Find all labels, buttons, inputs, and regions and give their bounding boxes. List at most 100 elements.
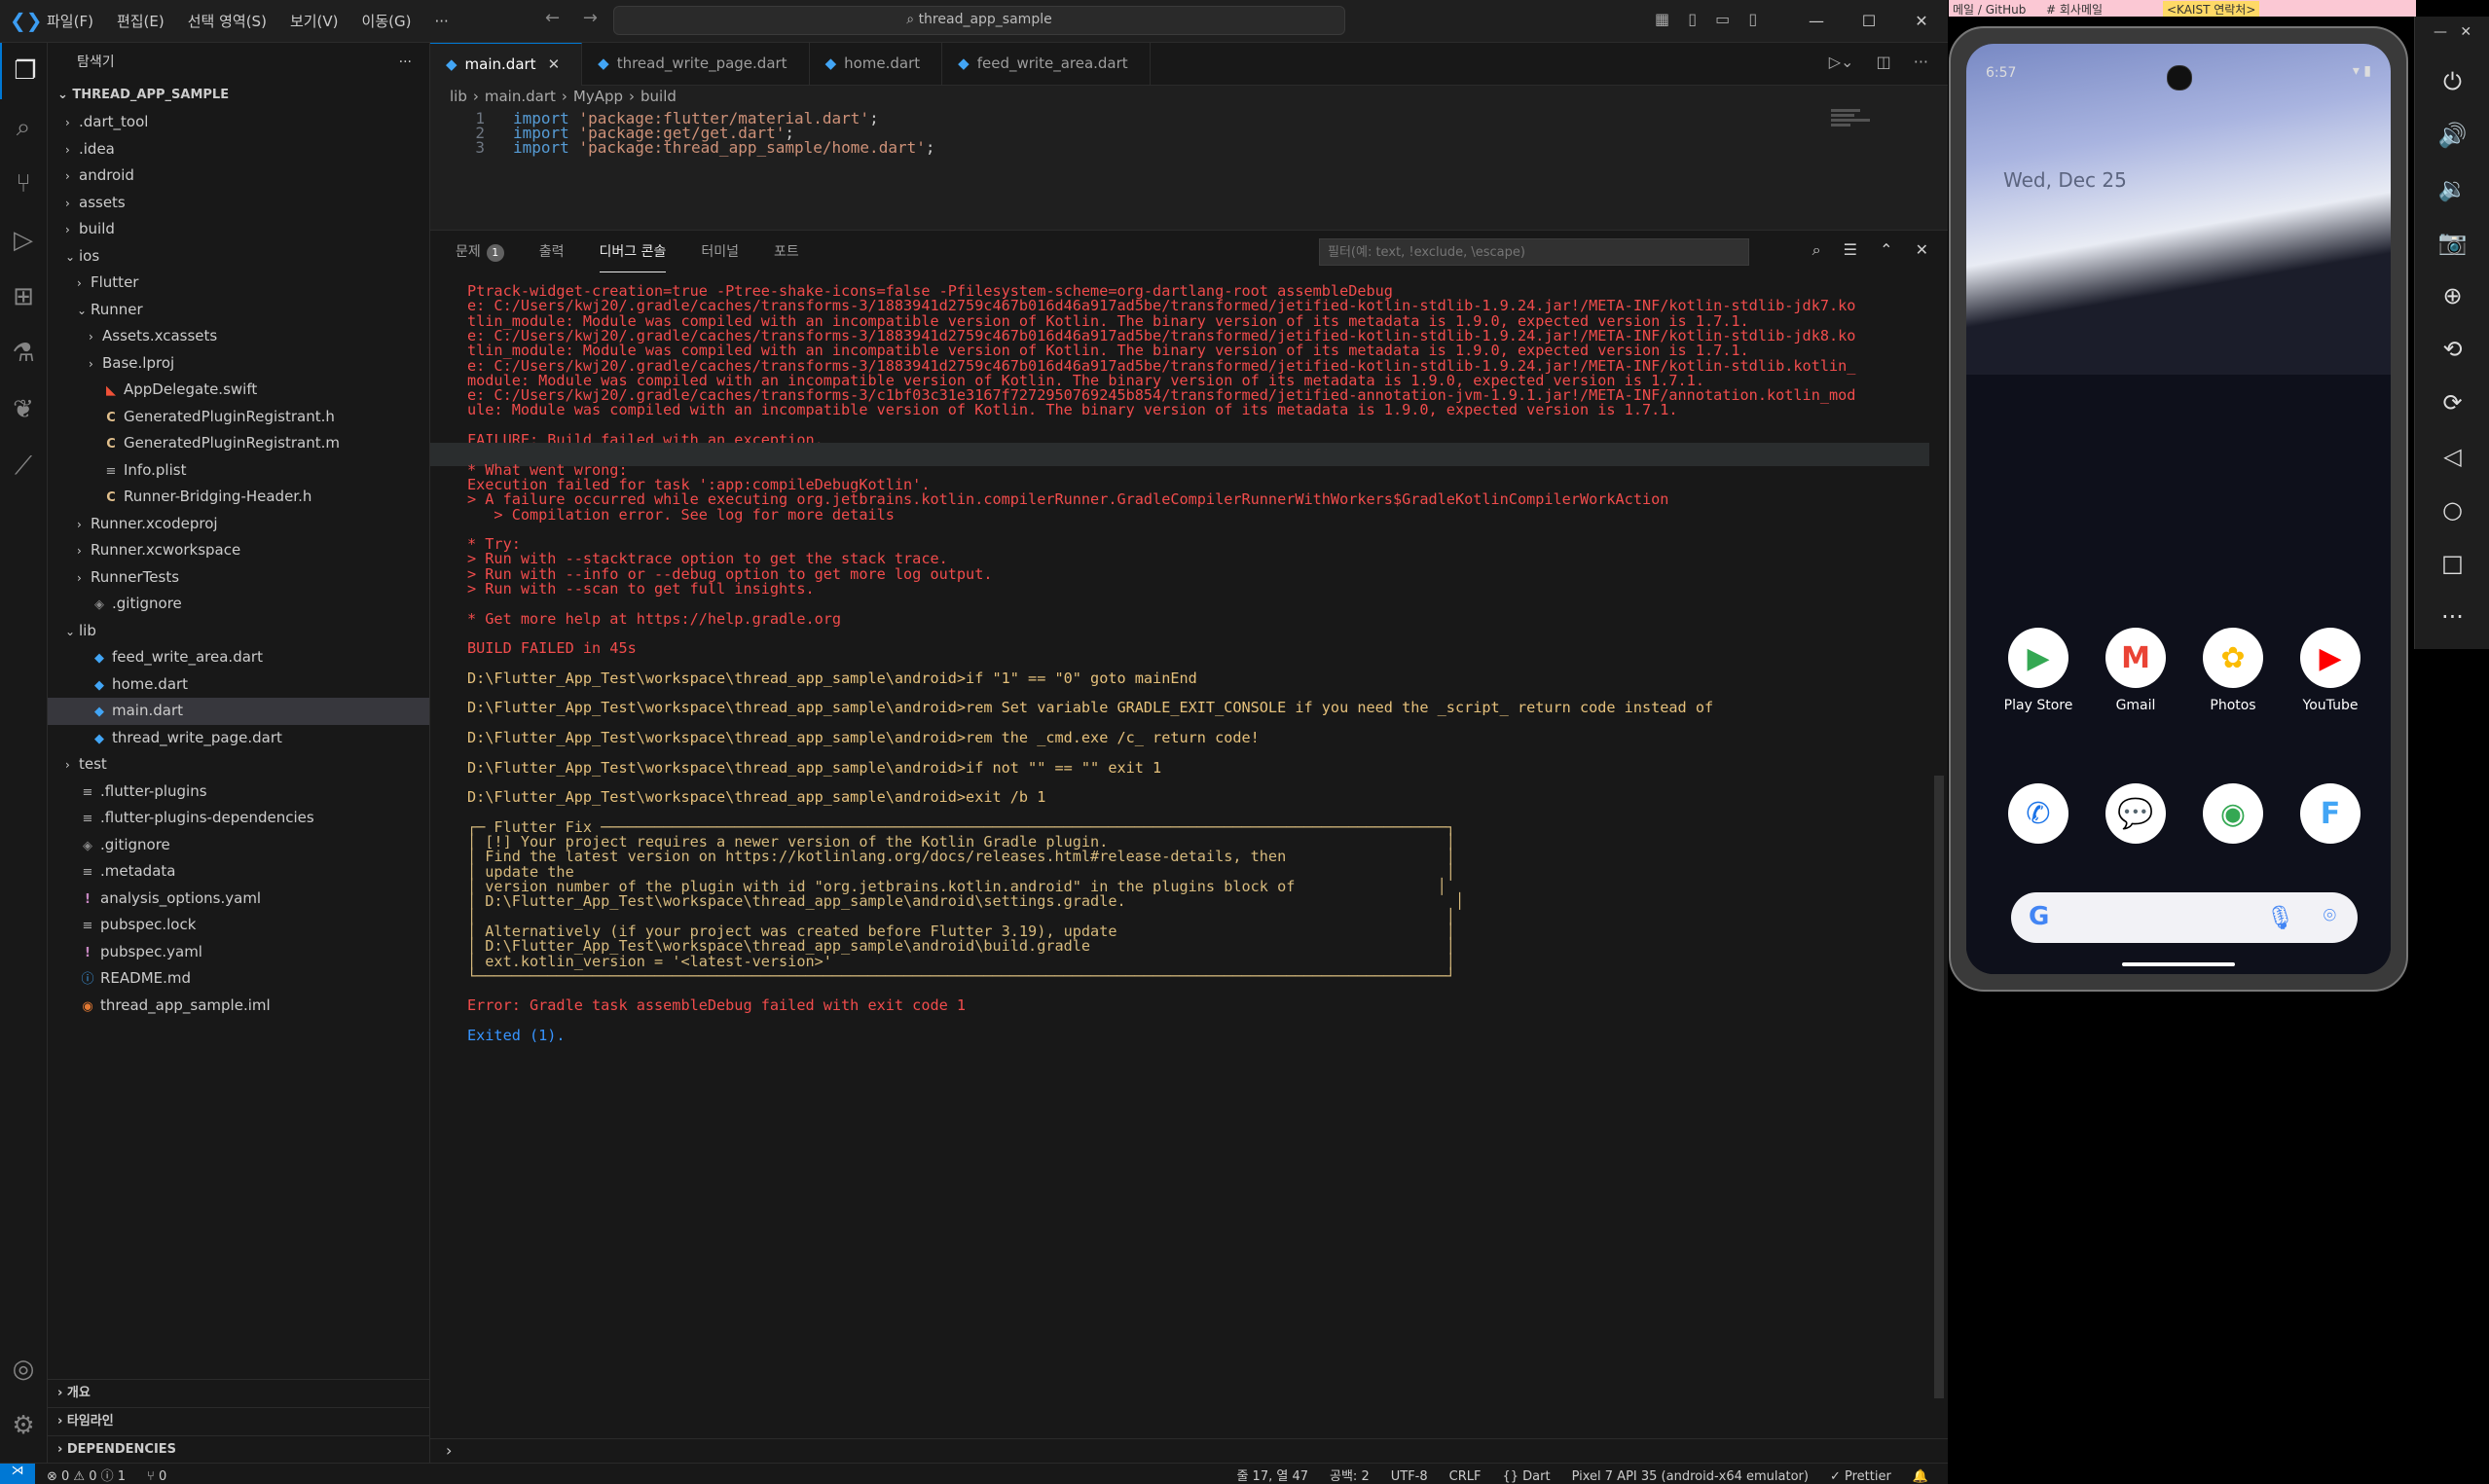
tree-item[interactable]: › .dart_tool	[48, 109, 429, 136]
close-panel-icon[interactable]: ✕	[1916, 240, 1928, 259]
settings-gear-icon[interactable]: ⚙	[0, 1397, 47, 1454]
bookmark-item[interactable]: # 회사메일	[2046, 1, 2103, 18]
tree-item[interactable]: ⌄ lib	[48, 618, 429, 645]
home-gesture-bar[interactable]	[2122, 962, 2235, 966]
console-filter[interactable]	[1319, 238, 1749, 266]
camera-icon[interactable]: 📷	[2415, 216, 2489, 270]
tree-item[interactable]: ◆ main.dart	[48, 698, 429, 725]
tree-item[interactable]: ◣ AppDelegate.swift	[48, 377, 429, 404]
app-flutter[interactable]: F	[2291, 783, 2369, 844]
messages-icon[interactable]: 💬	[2105, 783, 2166, 844]
testing-icon[interactable]: ⚗	[0, 325, 47, 381]
status-item[interactable]: CRLF	[1449, 1469, 1482, 1484]
flutter-icon[interactable]: ⟋	[0, 438, 47, 494]
photos-icon[interactable]: ✿	[2203, 628, 2263, 688]
tab-feed-write-area-dart[interactable]: ◆ feed_write_area.dart	[942, 43, 1151, 85]
tree-item[interactable]: ◆ feed_write_area.dart	[48, 644, 429, 671]
tree-item[interactable]: ⓘ README.md	[48, 965, 429, 993]
run-debug-dropdown-icon[interactable]: ▷⌄	[1829, 53, 1854, 71]
chrome-icon[interactable]: ◉	[2203, 783, 2263, 844]
tree-item[interactable]: › Assets.xcassets	[48, 323, 429, 350]
project-section[interactable]: ⌄ THREAD_APP_SAMPLE	[48, 82, 429, 109]
console-line[interactable]: D:\Flutter_App_Test\workspace\thread_app…	[467, 756, 1161, 779]
app-youtube[interactable]: ▶ YouTube	[2291, 628, 2369, 713]
menu-item[interactable]: 편집(E)	[117, 11, 165, 31]
console-line[interactable]: BUILD FAILED in 45s	[467, 636, 637, 660]
more-icon[interactable]: ···	[2415, 591, 2489, 644]
volume-up-icon[interactable]: 🔊	[2415, 109, 2489, 163]
maximize-icon[interactable]: ☐	[1843, 12, 1895, 30]
breadcrumb-item[interactable]: main.dart	[485, 88, 556, 105]
tree-item[interactable]: ◈ .gitignore	[48, 832, 429, 859]
console-input[interactable]: ›	[430, 1438, 1948, 1465]
breadcrumb-item[interactable]: build	[641, 88, 677, 105]
flutter-icon[interactable]: F	[2300, 783, 2361, 844]
close-tab-icon[interactable]: ✕	[548, 55, 561, 73]
app-gmail[interactable]: M Gmail	[2097, 628, 2175, 713]
volume-down-icon[interactable]: 🔉	[2415, 163, 2489, 216]
app-phone[interactable]: ✆	[1999, 783, 2077, 844]
command-center[interactable]: ⌕ thread_app_sample	[613, 6, 1345, 35]
status-item[interactable]: ✓ Prettier	[1830, 1469, 1891, 1484]
home-icon[interactable]: ○	[2415, 484, 2489, 537]
tree-item[interactable]: ≡ .flutter-plugins-dependencies	[48, 805, 429, 832]
back-icon[interactable]: ◁	[2415, 430, 2489, 484]
power-icon[interactable]: ⏻	[2415, 55, 2489, 109]
close-icon[interactable]: ✕	[2460, 24, 2471, 40]
phone-icon[interactable]: ✆	[2008, 783, 2068, 844]
menu-item[interactable]: 보기(V)	[290, 11, 339, 31]
panel-tab[interactable]: 문제 1	[456, 241, 504, 262]
tree-item[interactable]: ≡ pubspec.lock	[48, 912, 429, 939]
status-item[interactable]: UTF-8	[1391, 1469, 1428, 1484]
app-chrome[interactable]: ◉	[2194, 783, 2272, 844]
sidebar-section[interactable]: › DEPENDENCIES	[48, 1435, 429, 1464]
google-search-bar[interactable]: G 🎙 ⌾	[2011, 892, 2358, 943]
tree-item[interactable]: › Base.lproj	[48, 350, 429, 378]
lens-icon[interactable]: ⌾	[2324, 904, 2336, 928]
search-view-icon[interactable]: ⌕	[0, 99, 47, 156]
source-control-icon[interactable]: ⑂	[0, 156, 47, 212]
notifications-bell-icon[interactable]: 🔔	[1913, 1469, 1928, 1484]
console-line[interactable]: └───────────────────────────────────────…	[467, 964, 1455, 988]
tree-item[interactable]: › Runner.xcworkspace	[48, 537, 429, 564]
remote-icon[interactable]: ⋊	[0, 1464, 35, 1484]
split-editor-icon[interactable]: ◫	[1877, 53, 1891, 71]
tree-item[interactable]: C Runner-Bridging-Header.h	[48, 484, 429, 511]
menu-item[interactable]: ···	[434, 13, 448, 30]
phone-screen[interactable]: 6:57 ▾ ▮ Wed, Dec 25 ▶ Play Store M Gmail ✿ P…	[1966, 44, 2391, 974]
sidebar-section[interactable]: › 타임라인	[48, 1407, 429, 1435]
zoom-icon[interactable]: ⊕	[2415, 270, 2489, 323]
tree-item[interactable]: › assets	[48, 190, 429, 217]
status-item[interactable]: 공백: 2	[1330, 1469, 1370, 1484]
status-item[interactable]: {} Dart	[1502, 1469, 1550, 1484]
more-actions-icon[interactable]: ···	[1914, 53, 1928, 71]
status-item[interactable]: ⊗ 0 ⚠ 0 ⓘ 1	[47, 1469, 126, 1484]
tree-item[interactable]: ◆ home.dart	[48, 671, 429, 699]
minimize-icon[interactable]: —	[2434, 24, 2447, 40]
tab-main-dart[interactable]: ◆ main.dart ✕	[430, 43, 583, 86]
toggle-panel-icon[interactable]: ▭	[1715, 10, 1730, 28]
console-line[interactable]: Exited (1).	[467, 1024, 566, 1047]
mic-icon[interactable]: 🎙	[2266, 904, 2295, 931]
toggle-sidebar-icon[interactable]: ▯	[1688, 10, 1697, 28]
tree-item[interactable]: ⌄ Runner	[48, 297, 429, 324]
status-item[interactable]: Pixel 7 API 35 (android-x64 emulator)	[1572, 1469, 1809, 1484]
tree-item[interactable]: ≡ Info.plist	[48, 457, 429, 485]
back-arrow-icon[interactable]: ←	[545, 8, 560, 28]
customize-layout-icon[interactable]: ▦	[1655, 10, 1669, 28]
toggle-secondary-sidebar-icon[interactable]: ▯	[1748, 10, 1757, 28]
gmail-icon[interactable]: M	[2105, 628, 2166, 688]
app-messages[interactable]: 💬	[2097, 783, 2175, 844]
maximize-panel-icon[interactable]: ⌃	[1880, 240, 1892, 259]
tree-item[interactable]: ◈ .gitignore	[48, 591, 429, 618]
tree-item[interactable]: C GeneratedPluginRegistrant.h	[48, 404, 429, 431]
panel-tab[interactable]: 디버그 콘솔	[599, 241, 666, 272]
panel-tab[interactable]: 포트	[774, 241, 799, 261]
tree-item[interactable]: › build	[48, 216, 429, 243]
tree-item[interactable]: › .idea	[48, 136, 429, 163]
debug-console-output[interactable]: Ptrack-widget-creation=true -Ptree-shake…	[430, 279, 1929, 1432]
extensions-icon[interactable]: ⊞	[0, 269, 47, 325]
panel-tab[interactable]: 출력	[539, 241, 565, 261]
tree-item[interactable]: › android	[48, 163, 429, 190]
console-line[interactable]: > Run with --scan to get full insights.	[467, 577, 815, 600]
